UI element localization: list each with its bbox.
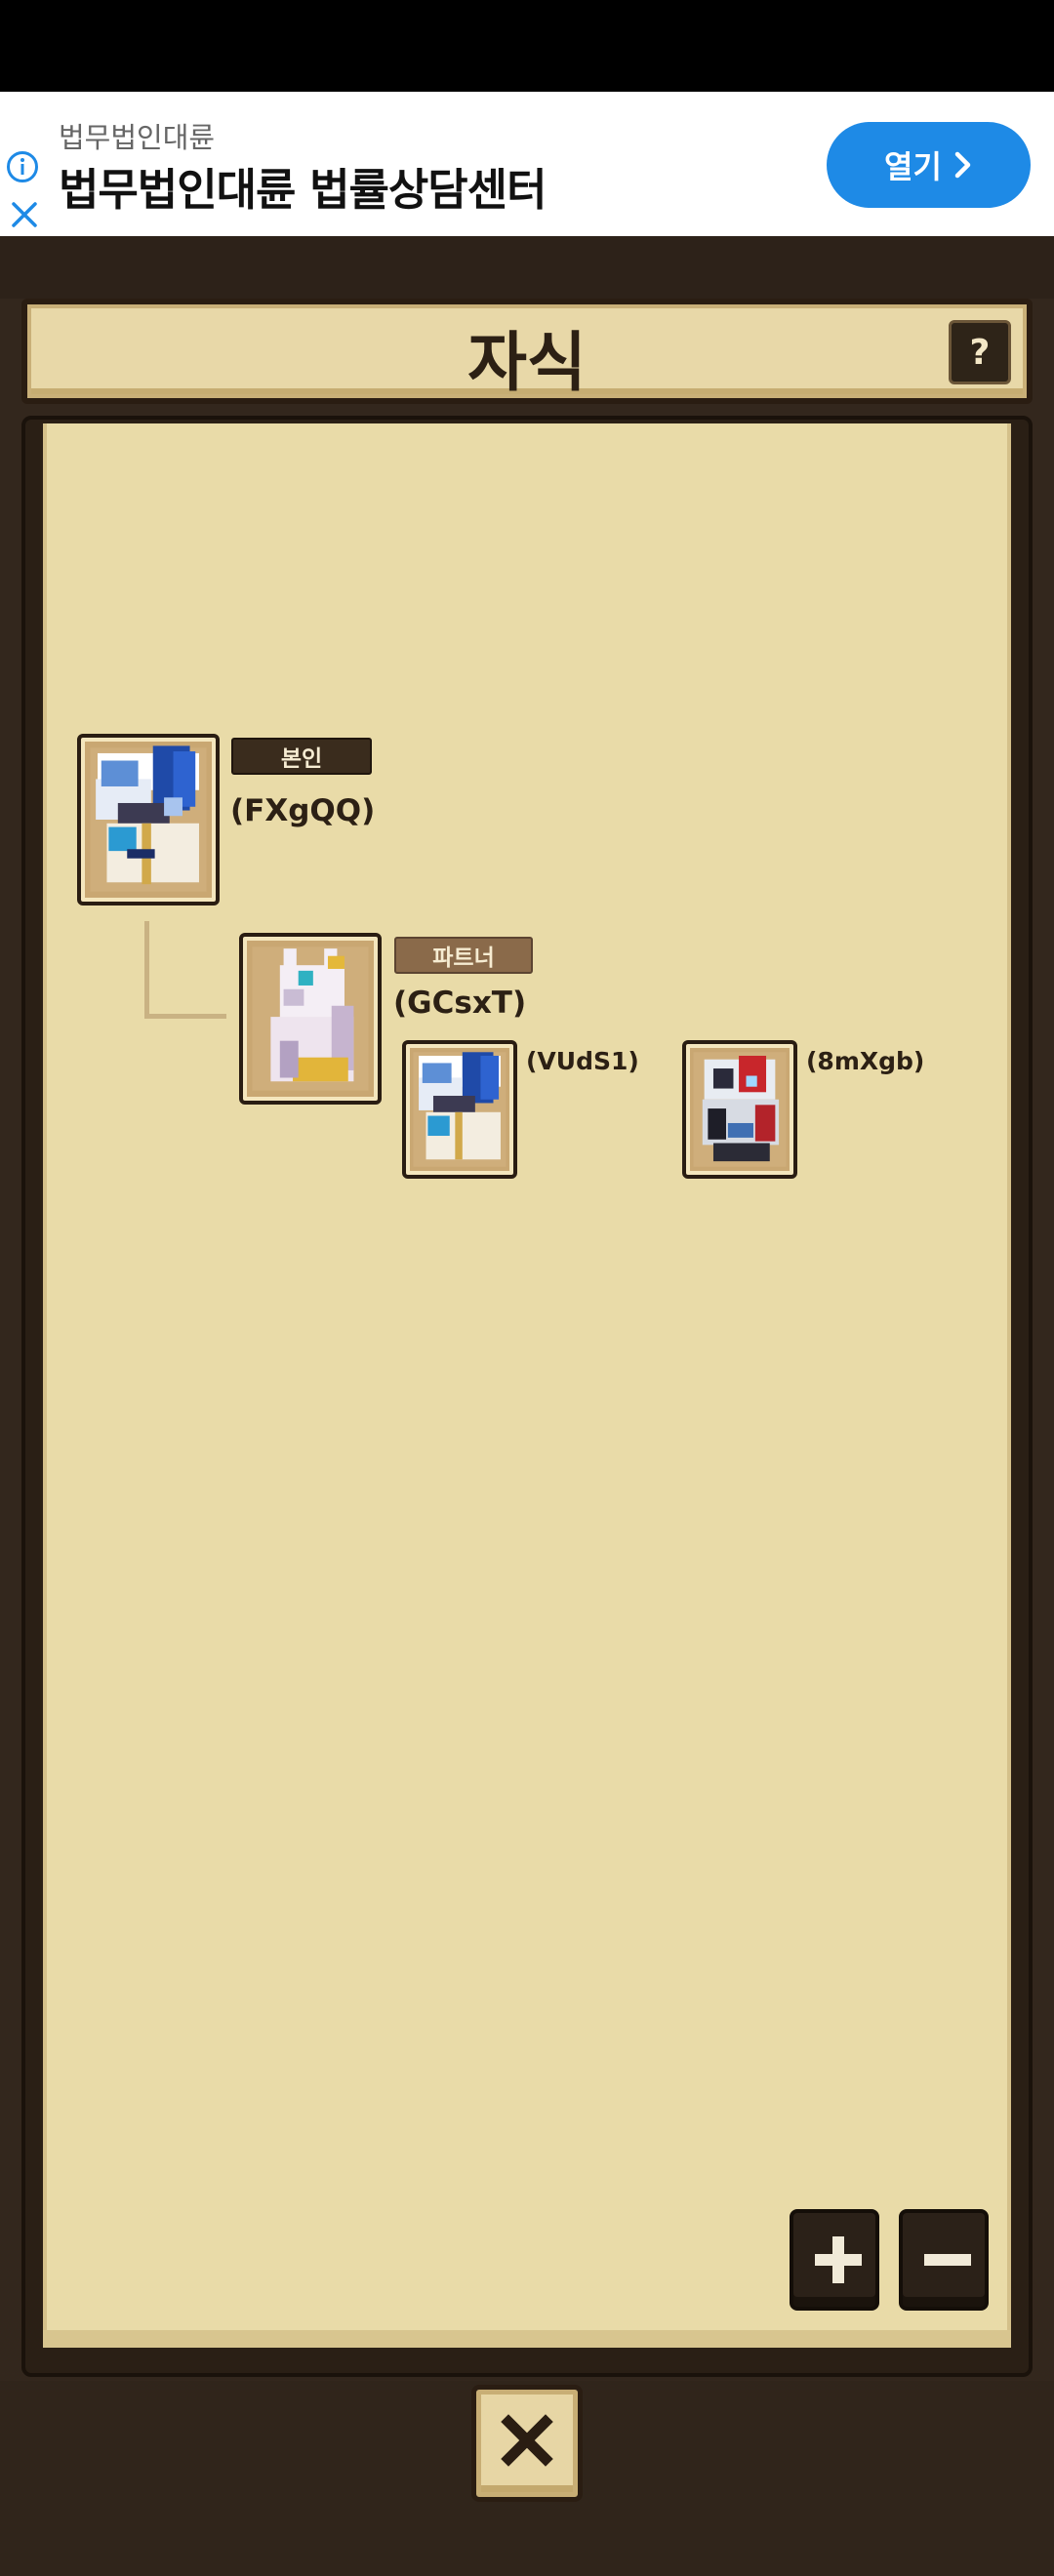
self-badge: 본인 bbox=[231, 738, 372, 775]
close-button[interactable] bbox=[471, 2385, 583, 2502]
page-title: 자식 bbox=[467, 325, 587, 400]
minus-icon bbox=[924, 2254, 971, 2266]
tree-connector-line bbox=[144, 921, 226, 1019]
self-name: (FXgQQ) bbox=[230, 793, 376, 828]
character-sprite-icon bbox=[413, 1052, 507, 1167]
partner-badge: 파트너 bbox=[394, 937, 533, 974]
close-icon[interactable] bbox=[8, 198, 41, 231]
child-portrait[interactable] bbox=[402, 1040, 517, 1179]
x-icon bbox=[501, 2414, 553, 2467]
help-button[interactable]: ? bbox=[949, 320, 1011, 384]
ad-sponsor: 법무법인대륜 bbox=[59, 121, 216, 154]
character-sprite-icon bbox=[90, 745, 207, 892]
family-tree-canvas[interactable] bbox=[43, 423, 1011, 2344]
status-bar bbox=[0, 0, 1054, 92]
ad-open-label: 열기 bbox=[884, 148, 942, 185]
zoom-out-button[interactable] bbox=[899, 2209, 989, 2311]
ad-open-button[interactable]: 열기 bbox=[827, 122, 1031, 208]
panel-edge bbox=[43, 2330, 1011, 2348]
info-icon[interactable] bbox=[6, 150, 39, 183]
zoom-in-button[interactable] bbox=[790, 2209, 879, 2311]
self-portrait[interactable] bbox=[77, 734, 220, 906]
partner-name: (GCsxT) bbox=[393, 986, 527, 1021]
character-sprite-icon bbox=[693, 1052, 787, 1167]
child-portrait[interactable] bbox=[682, 1040, 797, 1179]
chevron-right-icon bbox=[954, 151, 971, 179]
child-name: (VUdS1) bbox=[526, 1047, 639, 1075]
ad-headline[interactable]: 법무법인대륜 법률상담센터 bbox=[59, 154, 547, 218]
child-name: (8mXgb) bbox=[806, 1047, 925, 1075]
background-texture bbox=[0, 236, 1054, 299]
plus-icon bbox=[815, 2236, 862, 2283]
partner-portrait[interactable] bbox=[239, 933, 382, 1105]
character-sprite-icon bbox=[252, 946, 369, 1091]
